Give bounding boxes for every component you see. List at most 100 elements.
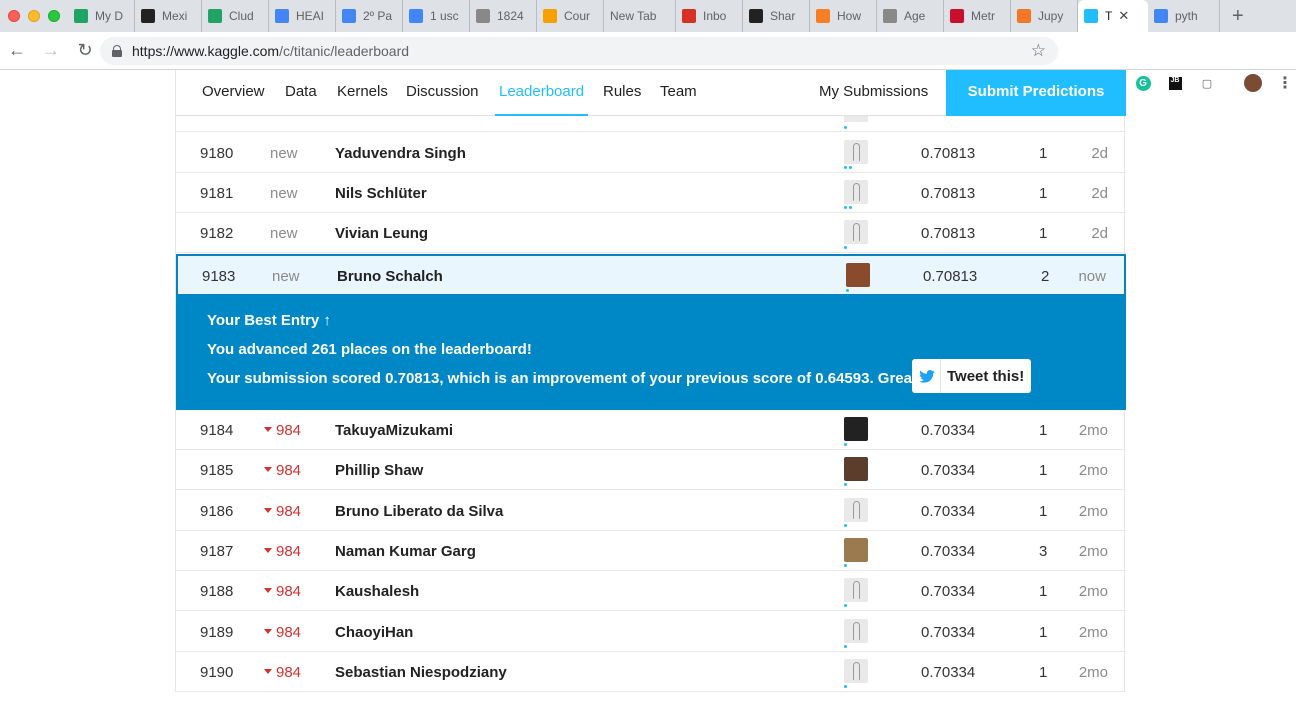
team-name[interactable]: Yaduvendra Singh xyxy=(335,145,466,162)
browser-tab[interactable]: 2º Pa xyxy=(336,0,403,32)
table-row[interactable]: 9181 new Nils Schlüter 0.70813 1 2d xyxy=(176,173,1126,213)
last-submission: 2d xyxy=(1091,145,1108,162)
avatar[interactable] xyxy=(844,578,868,603)
browser-tab[interactable]: Jupy xyxy=(1011,0,1078,32)
avatar[interactable] xyxy=(844,537,868,562)
forward-icon[interactable]: → xyxy=(34,40,68,61)
team-name[interactable]: Vivian Leung xyxy=(335,225,428,242)
tab-overview[interactable]: Overview xyxy=(202,70,265,116)
team-name[interactable]: ChaoyiHan xyxy=(335,624,413,641)
tab-kernels[interactable]: Kernels xyxy=(337,70,388,116)
tab-team[interactable]: Team xyxy=(660,70,697,116)
avatar[interactable] xyxy=(844,618,868,643)
tab-data[interactable]: Data xyxy=(285,70,317,116)
rank-change-value: 984 xyxy=(276,502,302,520)
browser-tab-label: Clud xyxy=(229,9,254,23)
avatar[interactable] xyxy=(844,658,868,683)
jetbrains-icon[interactable]: JB xyxy=(1166,74,1184,92)
tweet-button[interactable]: Tweet this! xyxy=(912,359,1031,393)
table-row[interactable]: 9186 984 Bruno Liberato da Silva 0.70334 1 2m… xyxy=(176,491,1126,531)
default-avatar-icon xyxy=(853,500,860,519)
browser-tab[interactable]: Mexi xyxy=(135,0,202,32)
browser-tab[interactable]: 1 usc xyxy=(403,0,470,32)
team-name[interactable]: Kaushalesh xyxy=(335,583,419,600)
team-name[interactable]: Bruno Schalch xyxy=(337,268,443,285)
rank-change-value: 984 xyxy=(276,623,302,641)
back-icon[interactable]: ← xyxy=(0,40,34,61)
close-tab-icon[interactable]: ✕ xyxy=(1118,8,1129,24)
rank-change: 984 xyxy=(264,503,301,520)
browser-tab[interactable]: New Tab xyxy=(604,0,676,32)
table-row[interactable]: 9185 984 Phillip Shaw 0.70334 1 2mo xyxy=(176,450,1126,491)
avatar[interactable] xyxy=(844,116,868,122)
avatar[interactable] xyxy=(844,220,868,244)
default-avatar-icon xyxy=(853,621,860,640)
team-name[interactable]: Nils Schlüter xyxy=(335,185,427,202)
table-row[interactable]: 9184 984 TakuyaMizukami 0.70334 1 2mo xyxy=(176,410,1126,450)
browser-tab[interactable]: 1824 xyxy=(470,0,537,32)
browser-tab[interactable]: Metr xyxy=(944,0,1011,32)
rank: 9185 xyxy=(200,462,234,480)
table-row[interactable]: 9190 984 Sebastian Niespodziany 0.70334 1 2mo xyxy=(176,652,1126,692)
browser-tab[interactable]: Inbo xyxy=(676,0,743,32)
google-icon xyxy=(409,9,423,23)
avatar[interactable] xyxy=(844,140,868,164)
rank-change-value: 984 xyxy=(276,462,302,480)
kaggle-icon xyxy=(1084,9,1098,23)
avatar[interactable] xyxy=(844,180,868,204)
arrow-down-icon xyxy=(264,427,272,432)
team-name[interactable]: Bruno Liberato da Silva xyxy=(335,503,503,520)
avatar-dots xyxy=(844,166,856,170)
browser-tab[interactable]: HEAI xyxy=(269,0,336,32)
bookmark-star-icon[interactable]: ☆ xyxy=(1031,41,1046,61)
browser-tab[interactable]: Age xyxy=(877,0,944,32)
avatar[interactable] xyxy=(844,457,868,482)
browser-tab[interactable]: How xyxy=(810,0,877,32)
cast-icon[interactable]: ▢ xyxy=(1198,74,1216,92)
minimize-window-button[interactable] xyxy=(28,10,40,22)
url-field[interactable]: https://www.kaggle.com/c/titanic/leaderb… xyxy=(100,37,1058,65)
close-window-button[interactable] xyxy=(8,10,20,22)
browser-tab[interactable]: My D xyxy=(68,0,135,32)
my-submissions-link[interactable]: My Submissions xyxy=(819,70,928,116)
browser-tab[interactable]: pyth xyxy=(1148,0,1220,32)
team-name[interactable]: Sebastian Niespodziany xyxy=(335,664,507,681)
twitter-icon xyxy=(919,369,935,383)
table-row[interactable]: 9182 new Vivian Leung 0.70813 1 2d xyxy=(176,213,1126,253)
team-name[interactable]: Phillip Shaw xyxy=(335,462,423,479)
grammarly-icon[interactable]: G xyxy=(1134,74,1152,92)
rank-change: 984 xyxy=(264,462,301,479)
table-row[interactable]: 9180 new Yaduvendra Singh 0.70813 1 2d xyxy=(176,133,1126,173)
table-row[interactable]: 9189 984 ChaoyiHan 0.70334 1 2mo xyxy=(176,612,1126,652)
my-entry-row[interactable]: 9183 new Bruno Schalch 0.70813 2 now xyxy=(176,254,1126,296)
maximize-window-button[interactable] xyxy=(48,10,60,22)
rank: 9182 xyxy=(200,225,234,242)
tab-discussion[interactable]: Discussion xyxy=(406,70,479,116)
browser-tab[interactable]: T ✕ xyxy=(1078,0,1148,32)
arrow-down-icon xyxy=(264,668,272,674)
default-avatar-icon xyxy=(853,143,860,161)
browser-tab[interactable]: Cour xyxy=(537,0,604,32)
tab-leaderboard[interactable]: Leaderboard xyxy=(495,70,589,116)
avatar[interactable] xyxy=(846,263,870,287)
browser-tab-label: Age xyxy=(904,9,926,23)
avatar[interactable] xyxy=(844,417,868,441)
browser-menu-icon[interactable]: ⋮ xyxy=(1276,74,1294,92)
score: 0.70334 xyxy=(921,542,976,560)
reload-icon[interactable]: ↻ xyxy=(68,40,102,61)
submit-predictions-button[interactable]: Submit Predictions xyxy=(946,70,1126,116)
rank: 9187 xyxy=(200,542,234,560)
table-row[interactable]: 9188 984 Kaushalesh 0.70334 1 2mo xyxy=(176,571,1126,612)
team-name[interactable]: TakuyaMizukami xyxy=(335,422,453,439)
browser-tab[interactable]: Shar xyxy=(743,0,810,32)
team-name[interactable]: Naman Kumar Garg xyxy=(335,543,476,560)
browser-tab[interactable]: Clud xyxy=(202,0,269,32)
profile-avatar[interactable] xyxy=(1244,74,1262,92)
table-row[interactable]: 9187 984 Naman Kumar Garg 0.70334 3 2mo xyxy=(176,531,1126,571)
avatar[interactable] xyxy=(844,497,868,522)
google-docs-icon xyxy=(275,9,289,23)
new-tab-button[interactable]: + xyxy=(1232,5,1244,28)
rank-change: new xyxy=(270,225,298,242)
browser-tab-label: HEAI xyxy=(296,9,325,23)
tab-rules[interactable]: Rules xyxy=(603,70,641,116)
